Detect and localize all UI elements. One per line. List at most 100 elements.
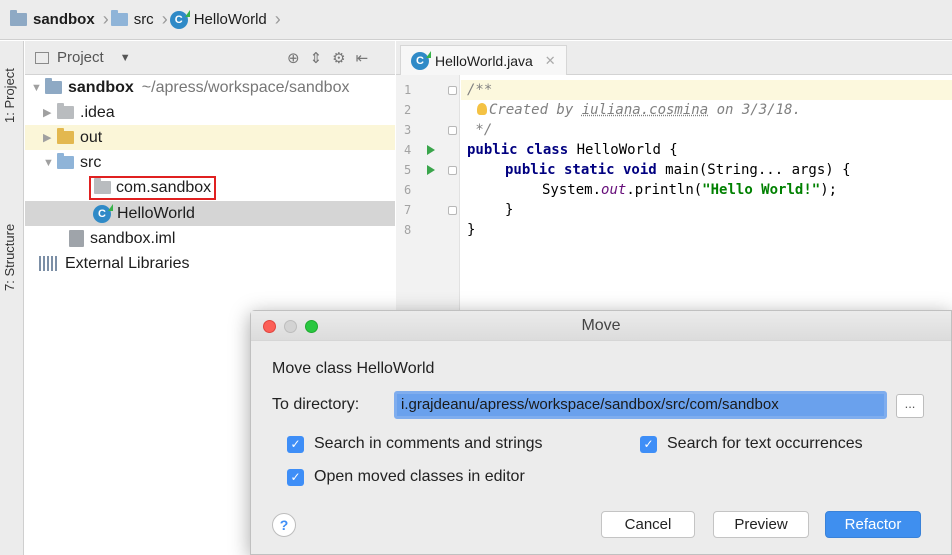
expanded-arrow-icon[interactable]: ▼ [31, 82, 45, 94]
breadcrumb-file[interactable]: C HelloWorld [169, 9, 273, 29]
tree-item-src[interactable]: ▼ src [25, 150, 395, 175]
tree-libs-label: External Libraries [65, 254, 190, 272]
comment-prefix: Created by [489, 102, 582, 118]
sync-icon[interactable]: ⊕ [287, 49, 300, 67]
close-icon[interactable]: ✕ [545, 53, 556, 69]
line-number: 6 [404, 183, 412, 197]
breadcrumb-project-label: sandbox [33, 11, 95, 28]
libraries-icon [39, 256, 59, 271]
tool-window-strip: 1: Project 7: Structure [0, 41, 24, 555]
project-folder-icon [10, 10, 27, 26]
hide-panel-icon[interactable]: ⇤ [356, 49, 369, 67]
directory-input[interactable]: i.grajdeanu/apress/workspace/sandbox/src… [394, 391, 887, 419]
line-number: 5 [404, 163, 412, 177]
editor-tab-label: HelloWorld.java [435, 52, 533, 69]
run-class-icon[interactable] [427, 145, 435, 155]
tree-item-iml[interactable]: sandbox.iml [25, 226, 395, 251]
comment-suffix: on 3/3/18. [708, 102, 801, 118]
breadcrumb: sandbox › src › C HelloWorld › [0, 0, 952, 40]
refactor-button[interactable]: Refactor [825, 511, 921, 538]
tree-item-package[interactable]: com.sandbox [25, 175, 395, 200]
search-comments-label: Search in comments and strings [314, 435, 543, 452]
field-ref: out [601, 182, 627, 198]
open-moved-checkbox[interactable]: ✓ Open moved classes in editor [287, 468, 525, 486]
code-line-7: } [505, 202, 514, 218]
keyword: public static void [505, 162, 657, 178]
browse-button[interactable]: ... [896, 394, 924, 418]
line-number: 3 [404, 123, 412, 137]
module-file-icon [69, 230, 84, 247]
code-line-2: Created by iuliana.cosmina on 3/3/18. [477, 100, 801, 120]
project-panel-title[interactable]: Project [57, 49, 104, 66]
help-button[interactable]: ? [272, 513, 296, 537]
tree-out-label: out [80, 128, 103, 146]
editor-tab-bar: C HelloWorld.java ✕ [396, 41, 952, 75]
folder-icon [57, 128, 74, 144]
dialog-titlebar: Move [251, 311, 951, 341]
checkmark-icon[interactable]: ✓ [287, 468, 304, 486]
breadcrumb-src-label: src [133, 11, 154, 28]
tree-item-libraries[interactable]: External Libraries [25, 251, 395, 276]
line-number: 8 [404, 223, 412, 237]
line-number: 4 [404, 143, 412, 157]
fold-icon[interactable] [448, 86, 457, 95]
dialog-heading: Move class HelloWorld [272, 360, 435, 377]
package-icon [94, 178, 111, 194]
code-line-6: System.out.println("Hello World!"); [542, 180, 837, 200]
collapsed-arrow-icon[interactable]: ▶ [43, 106, 57, 119]
gear-icon[interactable]: ⚙ [332, 49, 345, 67]
chevron-right-icon: › [274, 9, 281, 29]
keyword: public class [467, 142, 569, 158]
tree-idea-label: .idea [80, 103, 115, 121]
preview-button[interactable]: Preview [713, 511, 809, 538]
intention-bulb-icon[interactable] [477, 103, 487, 115]
fold-icon[interactable] [448, 206, 457, 215]
tree-src-label: src [80, 153, 102, 171]
fold-icon[interactable] [448, 166, 457, 175]
dialog-title: Move [581, 317, 621, 334]
tree-package-label: com.sandbox [116, 178, 212, 196]
code-text: .println( [626, 182, 703, 198]
code-line-1: /** [461, 80, 952, 100]
tree-iml-label: sandbox.iml [90, 229, 176, 247]
collapsed-arrow-icon[interactable]: ▶ [43, 131, 57, 144]
search-text-label: Search for text occurrences [667, 435, 863, 452]
checkmark-icon[interactable]: ✓ [287, 435, 304, 453]
run-main-icon[interactable] [427, 165, 435, 175]
tab-project[interactable]: 1: Project [2, 68, 17, 123]
folder-icon [110, 10, 128, 26]
tree-item-idea[interactable]: ▶ .idea [25, 100, 395, 125]
search-text-checkbox[interactable]: ✓ Search for text occurrences [640, 435, 863, 453]
java-class-icon: C [93, 203, 113, 223]
project-view-icon [35, 51, 49, 64]
java-class-icon: C [169, 9, 190, 29]
tree-item-root[interactable]: ▼ sandbox ~/apress/workspace/sandbox [25, 75, 395, 100]
chevron-down-icon[interactable]: ▼ [120, 52, 131, 64]
code-text: HelloWorld { [568, 142, 678, 158]
breadcrumb-src[interactable]: src [110, 10, 160, 28]
java-class-icon: C [411, 50, 431, 70]
expanded-arrow-icon[interactable]: ▼ [43, 157, 57, 169]
tree-root-label: sandbox [68, 78, 134, 96]
string-literal: "Hello World!" [702, 182, 821, 198]
tree-item-helloworld[interactable]: C HelloWorld [25, 201, 395, 226]
line-number: 2 [404, 103, 412, 117]
code-text: System. [542, 182, 602, 198]
tab-helloworld-java[interactable]: C HelloWorld.java ✕ [400, 45, 567, 75]
code-line-8: } [467, 222, 476, 238]
tree-root-path: ~/apress/workspace/sandbox [141, 78, 350, 96]
tab-structure[interactable]: 7: Structure [2, 224, 17, 291]
move-dialog: Move Move class HelloWorld To directory:… [250, 310, 952, 555]
chevron-right-icon: › [102, 9, 109, 29]
comment-author: iuliana.cosmina [581, 102, 709, 118]
collapse-icon[interactable]: ⇕ [310, 49, 323, 67]
code-line-5: public static void main(String... args) … [505, 160, 851, 180]
package-highlight-box: com.sandbox [89, 175, 217, 200]
checkmark-icon[interactable]: ✓ [640, 435, 657, 453]
search-comments-checkbox[interactable]: ✓ Search in comments and strings [287, 435, 543, 453]
cancel-button[interactable]: Cancel [601, 511, 695, 538]
tree-item-out[interactable]: ▶ out [25, 125, 395, 150]
source-folder-icon [57, 153, 74, 169]
breadcrumb-project[interactable]: sandbox [10, 10, 101, 28]
fold-icon[interactable] [448, 126, 457, 135]
